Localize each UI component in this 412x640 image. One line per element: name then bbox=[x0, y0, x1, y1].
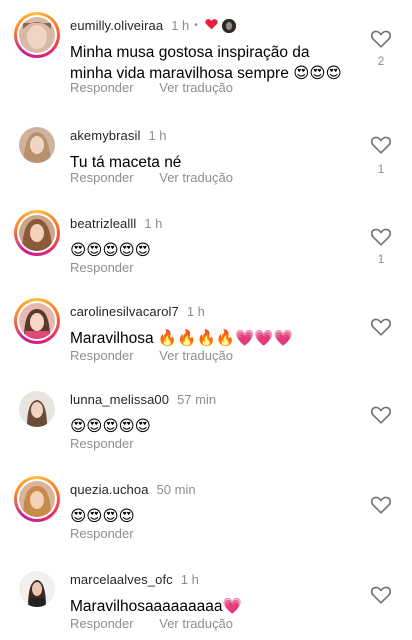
like-heart-icon[interactable] bbox=[370, 226, 392, 248]
like-heart-icon[interactable] bbox=[370, 134, 392, 156]
username[interactable]: lunna_melissa00 bbox=[70, 392, 169, 407]
comment-list: eumilly.oliveiraa 1 h • Minha musa gosto… bbox=[0, 0, 412, 640]
avatar[interactable] bbox=[14, 476, 60, 522]
comment-text: 😍😍😍😍😍 bbox=[70, 418, 151, 435]
comment-text: 😍😍😍😍 bbox=[70, 508, 135, 525]
timestamp: 1 h bbox=[171, 18, 190, 33]
username[interactable]: eumilly.oliveiraa bbox=[70, 18, 163, 33]
like-heart-icon[interactable] bbox=[370, 404, 392, 426]
username[interactable]: marcelaalves_ofc bbox=[70, 572, 173, 587]
comment-actions: Responder bbox=[70, 526, 156, 541]
comment-text: Minha musa gostosa inspiração da minha v… bbox=[70, 44, 342, 82]
separator-dot: • bbox=[194, 20, 198, 31]
reply-button[interactable]: Responder bbox=[70, 616, 134, 631]
comment-text: Maravilhosa 🔥🔥🔥🔥💗💗💗 bbox=[70, 330, 293, 347]
reply-button[interactable]: Responder bbox=[70, 170, 134, 185]
like-count: 1 bbox=[377, 162, 385, 176]
comment-item: carolinesilvacarol7 1 h Maravilhosa 🔥🔥🔥🔥… bbox=[0, 298, 412, 368]
translate-button[interactable]: Ver tradução bbox=[159, 80, 233, 95]
username[interactable]: beatrizlealll bbox=[70, 216, 136, 231]
timestamp: 50 min bbox=[156, 482, 196, 497]
translate-button[interactable]: Ver tradução bbox=[159, 616, 233, 631]
avatar[interactable] bbox=[14, 566, 60, 612]
reply-button[interactable]: Responder bbox=[70, 436, 134, 451]
comment-item: beatrizlealll 1 h 😍😍😍😍😍 Responder 1 bbox=[0, 210, 412, 280]
reply-button[interactable]: Responder bbox=[70, 260, 134, 275]
comment-item: eumilly.oliveiraa 1 h • Minha musa gosto… bbox=[0, 12, 412, 102]
comment-item: lunna_melissa00 57 min 😍😍😍😍😍 Responder bbox=[0, 386, 412, 456]
comment-item: akemybrasil 1 h Tu tá maceta né Responde… bbox=[0, 122, 412, 192]
timestamp: 1 h bbox=[144, 216, 163, 231]
like-heart-icon[interactable] bbox=[370, 316, 392, 338]
timestamp: 1 h bbox=[148, 128, 167, 143]
reply-button[interactable]: Responder bbox=[70, 80, 134, 95]
comment-text: 😍😍😍😍😍 bbox=[70, 242, 151, 259]
comment-actions: Responder Ver tradução bbox=[70, 170, 255, 185]
comment-actions: Responder bbox=[70, 436, 156, 451]
avatar[interactable] bbox=[14, 298, 60, 344]
timestamp: 1 h bbox=[186, 304, 205, 319]
comment-actions: Responder bbox=[70, 260, 156, 275]
avatar[interactable] bbox=[14, 122, 60, 168]
avatar[interactable] bbox=[14, 12, 60, 58]
creator-liked-heart-icon bbox=[205, 18, 218, 33]
timestamp: 1 h bbox=[180, 572, 199, 587]
avatar[interactable] bbox=[14, 210, 60, 256]
reply-button[interactable]: Responder bbox=[70, 526, 134, 541]
like-count: 2 bbox=[377, 54, 385, 68]
username[interactable]: carolinesilvacarol7 bbox=[70, 304, 179, 319]
avatar[interactable] bbox=[14, 386, 60, 432]
translate-button[interactable]: Ver tradução bbox=[159, 348, 233, 363]
comment-item: marcelaalves_ofc 1 h Maravilhosaaaaaaaaa… bbox=[0, 566, 412, 640]
like-heart-icon[interactable] bbox=[370, 28, 392, 50]
username[interactable]: akemybrasil bbox=[70, 128, 140, 143]
username[interactable]: quezia.uchoa bbox=[70, 482, 149, 497]
creator-avatar-icon bbox=[221, 18, 236, 33]
like-heart-icon[interactable] bbox=[370, 584, 392, 606]
reply-button[interactable]: Responder bbox=[70, 348, 134, 363]
comment-actions: Responder Ver tradução bbox=[70, 616, 255, 631]
comment-item: quezia.uchoa 50 min 😍😍😍😍 Responder bbox=[0, 476, 412, 546]
translate-button[interactable]: Ver tradução bbox=[159, 170, 233, 185]
comment-text: Maravilhosaaaaaaaaa💗 bbox=[70, 598, 242, 615]
like-count: 1 bbox=[377, 252, 385, 266]
like-heart-icon[interactable] bbox=[370, 494, 392, 516]
comment-actions: Responder Ver tradução bbox=[70, 80, 255, 95]
comment-actions: Responder Ver tradução bbox=[70, 348, 255, 363]
timestamp: 57 min bbox=[177, 392, 217, 407]
